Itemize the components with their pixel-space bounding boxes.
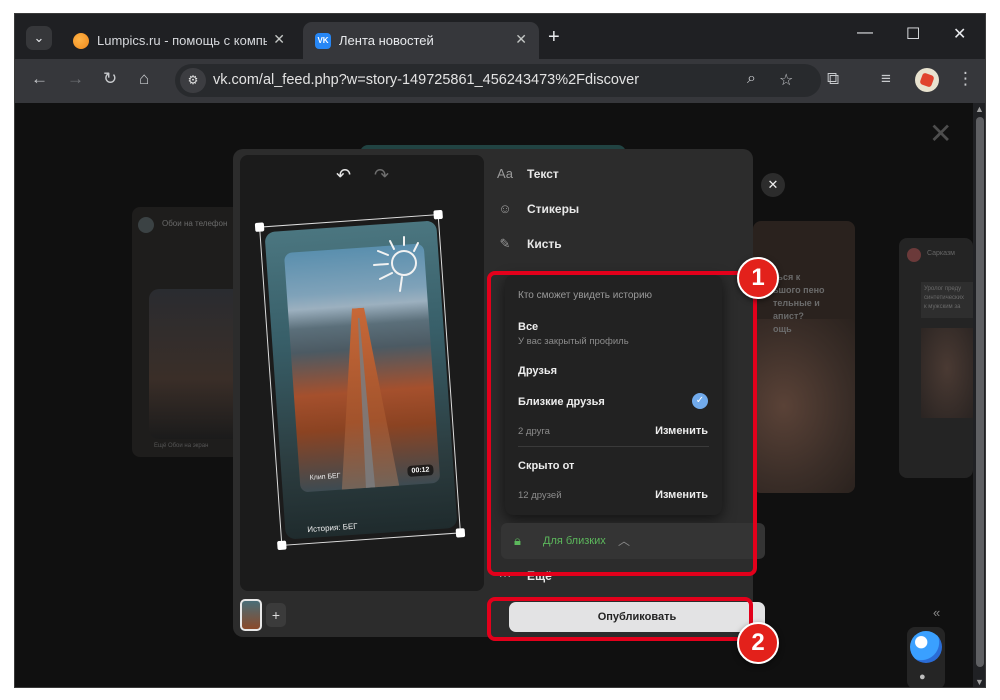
browser-toolbar: ← → ↻ ⌂ ⚙ vk.com/al_feed.php?w=story-149… (15, 59, 985, 103)
person-image (753, 319, 855, 493)
tool-label: Текст (527, 167, 559, 181)
scroll-up-icon[interactable]: ▲ (975, 104, 984, 114)
bg-story-card-right[interactable]: Сарказм Уролог преду синтетических к муж… (899, 238, 973, 478)
home-icon[interactable]: ⌂ (139, 69, 149, 89)
tab-search-button[interactable]: ⌄ (26, 26, 52, 50)
avatar (138, 217, 154, 233)
step-badge-2: 2 (737, 622, 779, 664)
tab-vk-feed[interactable]: VK Лента новостей ✕ (303, 22, 539, 59)
tab-close-icon[interactable]: ✕ (515, 31, 527, 48)
tab-title: Лента новостей (339, 33, 434, 48)
bg-card-title: Сарказм (927, 250, 955, 257)
lumpics-favicon-icon (73, 33, 89, 49)
resize-handle[interactable] (433, 209, 443, 220)
highlight-box-1 (487, 271, 757, 576)
extensions-icon[interactable]: ⧉ (827, 69, 839, 89)
undo-icon[interactable]: ↶ (336, 165, 351, 186)
chat-bubble-icon: ● (919, 671, 926, 683)
tab-lumpics[interactable]: Lumpics.ru - помощь с компь ✕ (61, 22, 297, 59)
messenger-logo-icon (910, 631, 942, 663)
tab-title: Lumpics.ru - помощь с компь (97, 33, 267, 48)
selection-box[interactable] (254, 209, 466, 551)
vk-story-viewer: Обои на телефон Ещё Обои на экран ться к… (15, 103, 973, 687)
resize-handle[interactable] (455, 528, 466, 538)
tool-label: Кисть (527, 237, 562, 251)
media-control-icon[interactable]: ≡ (881, 69, 891, 89)
forward-icon[interactable]: → (67, 69, 84, 89)
add-slide-button[interactable]: + (266, 603, 286, 627)
text-tool-icon: Aa (497, 166, 513, 181)
redo-icon[interactable]: ↷ (374, 165, 389, 186)
tool-label: Стикеры (527, 202, 580, 216)
scroll-down-icon[interactable]: ▼ (975, 677, 984, 687)
sticker-icon: ☺ (498, 201, 512, 216)
profile-avatar[interactable] (915, 68, 939, 92)
new-tab-button[interactable]: + (548, 26, 560, 49)
bg-card-title: Обои на телефон (162, 219, 228, 228)
highlight-box-2 (487, 597, 753, 641)
step-badge-1: 1 (737, 257, 779, 299)
resize-handle[interactable] (254, 222, 265, 232)
slide-thumbnail[interactable] (240, 599, 262, 631)
editor-close-icon[interactable]: ✕ (761, 173, 785, 197)
vk-favicon-icon: VK (315, 33, 331, 49)
bookmark-star-icon[interactable]: ☆ (779, 70, 793, 90)
brush-icon: ✎ (499, 236, 511, 251)
window-close-icon[interactable]: ✕ (953, 24, 966, 44)
menu-kebab-icon[interactable]: ⋮ (957, 69, 974, 89)
avatar (907, 248, 921, 262)
address-bar[interactable]: ⚙ vk.com/al_feed.php?w=story-149725861_4… (175, 64, 821, 97)
tab-strip: ⌄ Lumpics.ru - помощь с компь ✕ VK Лента… (15, 14, 985, 59)
url-text[interactable]: vk.com/al_feed.php?w=story-149725861_456… (213, 72, 639, 88)
tab-close-icon[interactable]: ✕ (273, 31, 285, 48)
collapse-chevron-icon[interactable]: « (933, 605, 940, 620)
bg-card-text: ться к ьшого пено тельные и апист? ощь (773, 272, 825, 334)
back-icon[interactable]: ← (31, 69, 48, 89)
resize-handle[interactable] (277, 540, 287, 551)
person-image (921, 328, 973, 418)
bg-card-footer: Ещё Обои на экран (154, 443, 209, 449)
page-scrollbar[interactable]: ▲ ▼ (973, 103, 985, 687)
reload-icon[interactable]: ↻ (103, 69, 117, 89)
site-settings-icon[interactable]: ⚙ (180, 68, 206, 93)
viewer-close-icon[interactable]: ✕ (929, 117, 952, 150)
zoom-icon[interactable]: ⌕ (747, 70, 756, 88)
bg-card-text: Уролог преду синтетических к мужским за (921, 282, 973, 318)
story-preview: ↶ ↷ Клип БЕГ 00:12 История: БЕГ (240, 155, 484, 591)
scroll-thumb[interactable] (976, 117, 984, 667)
maximize-icon[interactable]: ☐ (906, 24, 920, 44)
browser-window: ⌄ Lumpics.ru - помощь с компь ✕ VK Лента… (14, 13, 986, 688)
messenger-button[interactable]: ● (907, 627, 945, 687)
minimize-icon[interactable]: — (857, 24, 873, 42)
